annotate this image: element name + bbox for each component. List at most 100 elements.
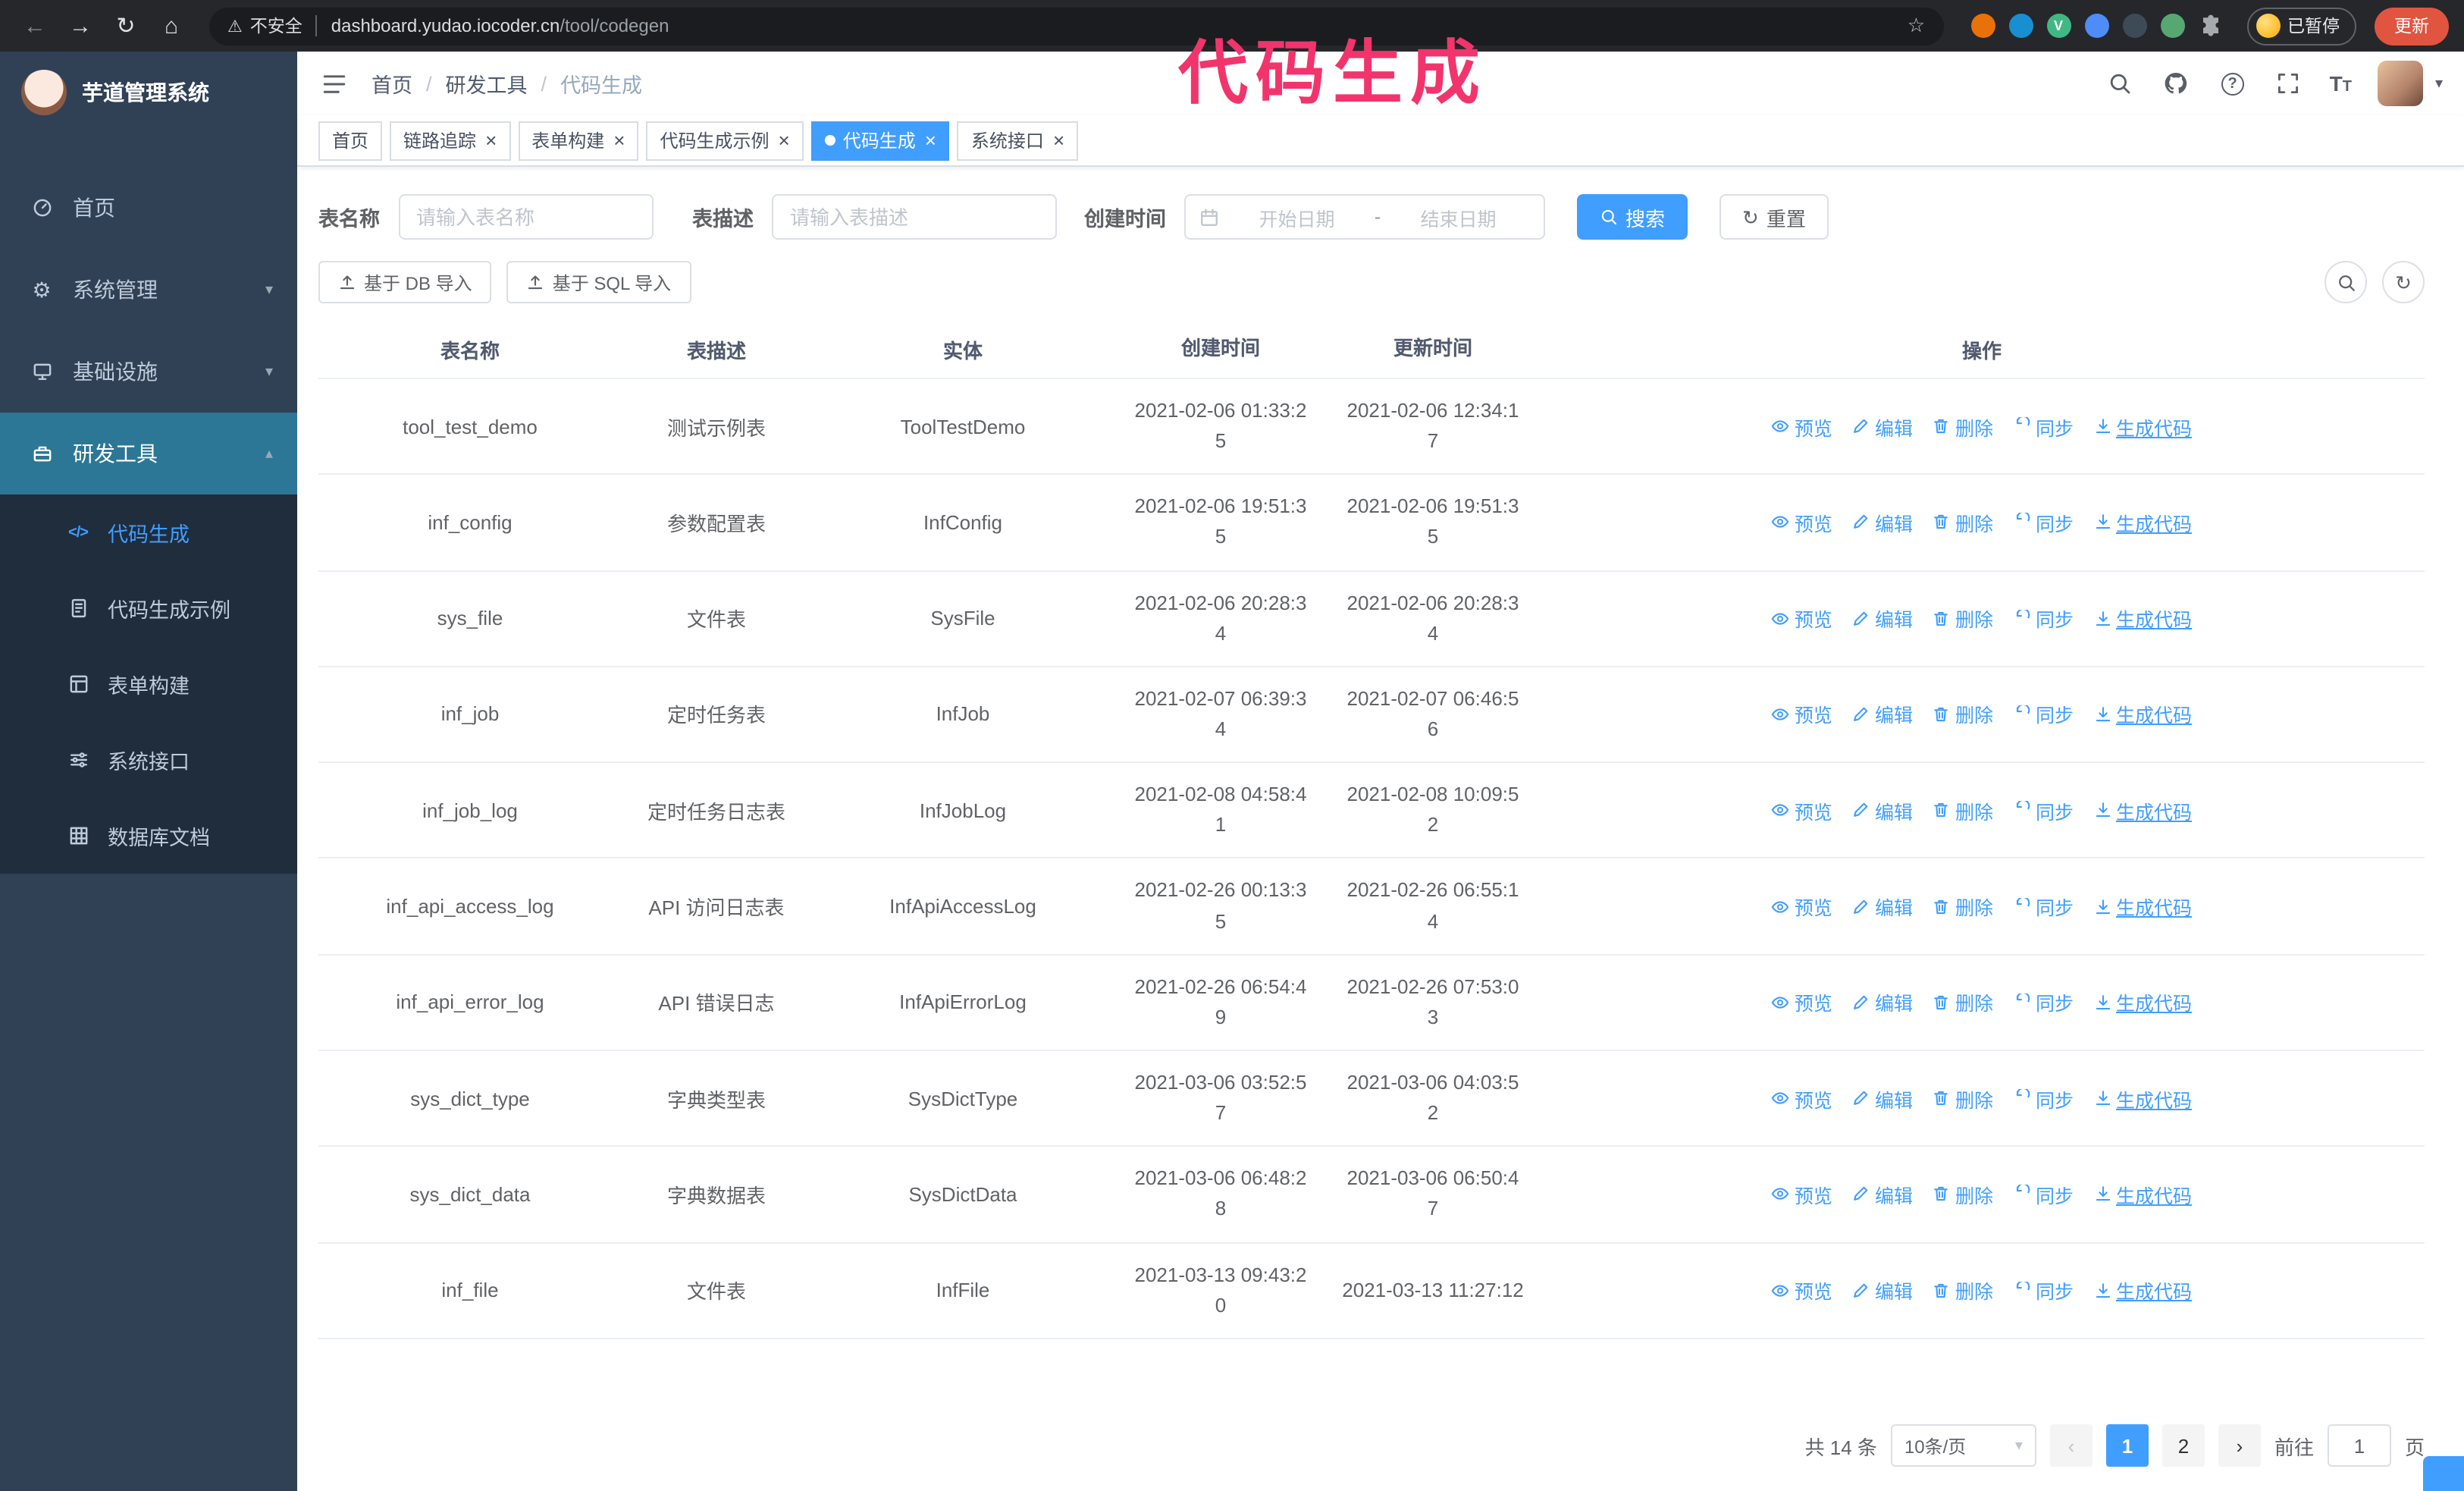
extension-icon[interactable] [2198, 14, 2222, 38]
extension-icon[interactable] [2160, 14, 2184, 38]
action-edit-link[interactable]: 编辑 [1852, 412, 1913, 441]
app-logo-area[interactable]: 芋道管理系统 [0, 52, 297, 133]
action-eye-link[interactable]: 预览 [1772, 988, 1832, 1017]
user-avatar[interactable] [2377, 61, 2423, 106]
close-icon[interactable]: × [925, 130, 936, 150]
paused-profile-badge[interactable]: 已暂停 [2246, 7, 2356, 45]
search-button[interactable]: 搜索 [1577, 194, 1688, 240]
action-sync-link[interactable]: 同步 [2013, 604, 2074, 632]
action-sync-link[interactable]: 同步 [2013, 412, 2074, 441]
action-eye-link[interactable]: 预览 [1772, 604, 1832, 632]
action-delete-link[interactable]: 删除 [1933, 988, 1993, 1017]
sidebar-item-system[interactable]: ⚙ 系统管理 ▾ [0, 249, 297, 331]
action-sync-link[interactable]: 同步 [2013, 988, 2074, 1017]
page-size-select[interactable]: 10条/页 ▾ [1890, 1424, 2036, 1467]
action-download-link[interactable]: 生成代码 [2093, 892, 2192, 921]
action-eye-link[interactable]: 预览 [1772, 892, 1832, 921]
close-icon[interactable]: × [1053, 130, 1064, 150]
tab-表单构建[interactable]: 表单构建 × [518, 121, 639, 160]
action-delete-link[interactable]: 删除 [1933, 1180, 1993, 1209]
action-edit-link[interactable]: 编辑 [1852, 1276, 1913, 1304]
action-edit-link[interactable]: 编辑 [1852, 700, 1913, 729]
help-icon[interactable]: ? [2218, 68, 2248, 99]
action-sync-link[interactable]: 同步 [2013, 1180, 2074, 1209]
action-download-link[interactable]: 生成代码 [2093, 1276, 2192, 1304]
action-sync-link[interactable]: 同步 [2013, 1084, 2074, 1113]
prev-page-button[interactable]: ‹ [2049, 1424, 2093, 1467]
font-size-icon[interactable]: TT [2330, 71, 2352, 96]
toggle-search-icon[interactable] [2324, 261, 2367, 303]
action-sync-link[interactable]: 同步 [2013, 700, 2074, 729]
action-sync-link[interactable]: 同步 [2013, 508, 2074, 537]
address-bar[interactable]: ⚠ 不安全 dashboard.yudao.iocoder.cn/tool/co… [209, 7, 1943, 45]
tab-代码生成[interactable]: 代码生成 × [810, 121, 950, 160]
table-name-input[interactable] [398, 194, 653, 240]
sidebar-item-codegen-example[interactable]: 代码生成示例 [0, 570, 297, 646]
action-delete-link[interactable]: 删除 [1933, 796, 1993, 825]
action-delete-link[interactable]: 删除 [1933, 1084, 1993, 1113]
security-label[interactable]: 不安全 [250, 14, 303, 38]
update-button[interactable]: 更新 [2375, 7, 2449, 45]
table-desc-input[interactable] [772, 194, 1057, 240]
action-sync-link[interactable]: 同步 [2013, 1276, 2074, 1304]
close-icon[interactable]: × [485, 130, 497, 150]
sidebar-item-db-doc[interactable]: 数据库文档 [0, 798, 297, 874]
home-icon[interactable]: ⌂ [152, 6, 191, 46]
action-eye-link[interactable]: 预览 [1772, 1180, 1832, 1209]
extension-icon[interactable] [2122, 14, 2146, 38]
page-2-button[interactable]: 2 [2161, 1424, 2205, 1467]
sidebar-item-infra[interactable]: 基础设施 ▾ [0, 331, 297, 413]
action-download-link[interactable]: 生成代码 [2093, 700, 2192, 729]
tab-系统接口[interactable]: 系统接口 × [957, 121, 1079, 160]
breadcrumb-home[interactable]: 首页 [371, 68, 412, 99]
chevron-down-icon[interactable]: ▾ [2435, 75, 2443, 92]
action-delete-link[interactable]: 删除 [1933, 700, 1993, 729]
action-download-link[interactable]: 生成代码 [2093, 796, 2192, 825]
action-delete-link[interactable]: 删除 [1933, 604, 1993, 632]
import-sql-button[interactable]: 基于 SQL 导入 [506, 261, 691, 303]
action-download-link[interactable]: 生成代码 [2093, 1084, 2192, 1113]
sidebar-item-home[interactable]: 首页 [0, 167, 297, 249]
tab-首页[interactable]: 首页 [318, 121, 383, 160]
action-edit-link[interactable]: 编辑 [1852, 988, 1913, 1017]
action-sync-link[interactable]: 同步 [2013, 892, 2074, 921]
action-download-link[interactable]: 生成代码 [2093, 604, 2192, 632]
action-eye-link[interactable]: 预览 [1772, 1276, 1832, 1304]
back-icon[interactable]: ← [15, 6, 55, 46]
action-edit-link[interactable]: 编辑 [1852, 604, 1913, 632]
bookmark-star-icon[interactable]: ☆ [1908, 14, 1925, 38]
action-download-link[interactable]: 生成代码 [2093, 412, 2192, 441]
close-icon[interactable]: × [613, 130, 625, 150]
sidebar-item-codegen[interactable]: </> 代码生成 [0, 494, 297, 570]
action-edit-link[interactable]: 编辑 [1852, 1084, 1913, 1113]
extension-icon[interactable]: V [2046, 14, 2071, 38]
action-delete-link[interactable]: 删除 [1933, 892, 1993, 921]
action-download-link[interactable]: 生成代码 [2093, 1180, 2192, 1209]
action-sync-link[interactable]: 同步 [2013, 796, 2074, 825]
search-icon[interactable] [2105, 68, 2136, 99]
github-icon[interactable] [2161, 68, 2192, 99]
date-range-picker[interactable]: 开始日期 - 结束日期 [1184, 194, 1545, 240]
reset-button[interactable]: ↻ 重置 [1719, 194, 1829, 240]
action-eye-link[interactable]: 预览 [1772, 796, 1832, 825]
sidebar-item-form-builder[interactable]: 表单构建 [0, 646, 297, 722]
action-delete-link[interactable]: 删除 [1933, 508, 1993, 537]
tab-代码生成示例[interactable]: 代码生成示例 × [646, 121, 804, 160]
sidebar-item-api[interactable]: 系统接口 [0, 722, 297, 798]
tab-链路追踪[interactable]: 链路追踪 × [390, 121, 511, 160]
sidebar-toggle-icon[interactable] [318, 68, 349, 99]
action-delete-link[interactable]: 删除 [1933, 1276, 1993, 1304]
action-eye-link[interactable]: 预览 [1772, 1084, 1832, 1113]
breadcrumb-devtools[interactable]: 研发工具 [446, 68, 528, 99]
import-db-button[interactable]: 基于 DB 导入 [318, 261, 492, 303]
extension-icon[interactable] [1970, 14, 1995, 38]
reload-icon[interactable]: ↻ [106, 6, 146, 46]
extension-icon[interactable] [2084, 14, 2108, 38]
next-page-button[interactable]: › [2218, 1424, 2261, 1467]
action-eye-link[interactable]: 预览 [1772, 700, 1832, 729]
action-download-link[interactable]: 生成代码 [2093, 988, 2192, 1017]
action-edit-link[interactable]: 编辑 [1852, 892, 1913, 921]
close-icon[interactable]: × [779, 130, 790, 150]
action-download-link[interactable]: 生成代码 [2093, 508, 2192, 537]
forward-icon[interactable]: → [61, 6, 100, 46]
